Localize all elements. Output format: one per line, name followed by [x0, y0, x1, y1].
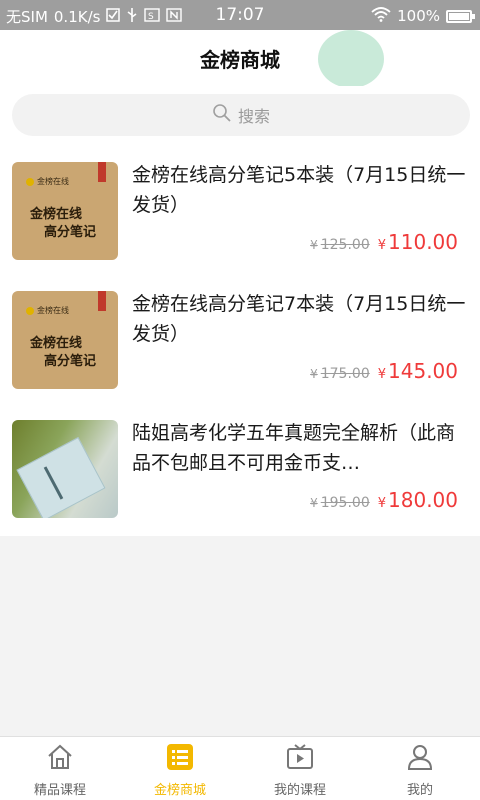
cover-title: 金榜在线 高分笔记 [30, 206, 96, 242]
red-ribbon [98, 291, 106, 311]
product-item[interactable]: 陆姐高考化学五年真题完全解析（此商品不包邮且不可用金币支… ¥195.00 ¥1… [0, 404, 480, 532]
cover-line-2: 高分笔记 [44, 354, 97, 369]
sale-price: ¥110.00 [377, 230, 458, 254]
sale-price: ¥180.00 [377, 488, 458, 512]
product-item[interactable]: 金榜在线 金榜在线 高分笔记 金榜在线高分笔记5本装（7月15日统一发货） ¥1… [0, 146, 480, 274]
tab-label: 我的课程 [273, 783, 326, 798]
header: 金榜商城 [0, 30, 480, 88]
wifi-icon [371, 6, 391, 26]
page-title: 金榜商城 [200, 48, 280, 72]
floating-circle [318, 30, 384, 88]
tab-profile[interactable]: 我的 [360, 737, 480, 800]
search-area: 搜索 [0, 86, 480, 146]
product-image [12, 420, 118, 518]
cover-line-1: 金榜在线 [30, 336, 83, 351]
tab-courses[interactable]: 精品课程 [0, 737, 120, 800]
search-icon [212, 103, 232, 127]
product-list: 金榜在线 金榜在线 高分笔记 金榜在线高分笔记5本装（7月15日统一发货） ¥1… [0, 146, 480, 536]
product-image: 金榜在线 金榜在线 高分笔记 [12, 291, 118, 389]
user-icon [406, 743, 434, 771]
cover-title: 金榜在线 高分笔记 [30, 335, 96, 371]
product-item[interactable]: 金榜在线 金榜在线 高分笔记 金榜在线高分笔记7本装（7月15日统一发货） ¥1… [0, 275, 480, 403]
tab-label: 我的 [406, 783, 433, 798]
red-ribbon [98, 162, 106, 182]
original-price: ¥175.00 [310, 366, 370, 382]
tab-my-courses[interactable]: 我的课程 [240, 737, 360, 800]
tab-label: 金榜商城 [153, 783, 206, 798]
price-group: ¥175.00 ¥145.00 [310, 359, 458, 383]
tab-mall[interactable]: 金榜商城 [120, 737, 240, 800]
product-name: 金榜在线高分笔记7本装（7月15日统一发货） [132, 293, 466, 345]
search-input[interactable]: 搜索 [12, 94, 470, 136]
battery-icon [446, 9, 475, 23]
cover-line-1: 金榜在线 [30, 207, 83, 222]
brand-logo: 金榜在线 [26, 176, 69, 187]
brand-logo: 金榜在线 [26, 305, 69, 316]
original-price: ¥125.00 [310, 237, 370, 253]
cover-line-2: 高分笔记 [44, 225, 97, 240]
sale-price: ¥145.00 [377, 359, 458, 383]
home-icon [46, 743, 74, 771]
status-bar: 无SIM 0.1K/s S 17:07 100% [0, 0, 480, 30]
price-group: ¥125.00 ¥110.00 [310, 230, 458, 254]
battery-text: 100% [397, 7, 440, 25]
bottom-tab-bar: 精品课程 金榜商城 我的课程 我的 [0, 736, 480, 800]
product-name: 陆姐高考化学五年真题完全解析（此商品不包邮且不可用金币支… [132, 422, 456, 474]
product-image: 金榜在线 金榜在线 高分笔记 [12, 162, 118, 260]
list-icon [166, 743, 194, 771]
tv-icon [286, 743, 314, 771]
search-placeholder: 搜索 [237, 107, 270, 126]
product-name: 金榜在线高分笔记5本装（7月15日统一发货） [132, 164, 466, 216]
tab-label: 精品课程 [33, 783, 86, 798]
price-group: ¥195.00 ¥180.00 [310, 488, 458, 512]
original-price: ¥195.00 [310, 495, 370, 511]
book-cover [16, 436, 106, 518]
